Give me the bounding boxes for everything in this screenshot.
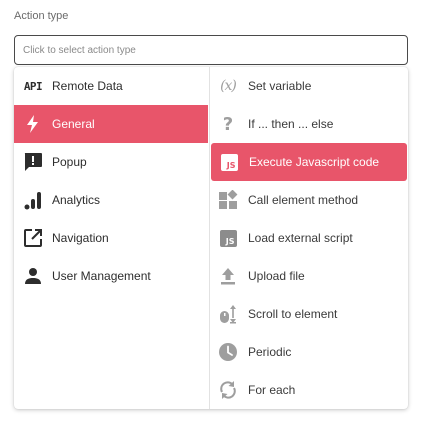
action-label: Scroll to element	[248, 307, 338, 321]
category-item-analytics[interactable]: Analytics	[14, 181, 209, 219]
category-list: API Remote Data General Popup Analytics	[14, 67, 210, 409]
widgets-icon	[218, 190, 238, 210]
action-label: Periodic	[248, 345, 292, 359]
open-in-new-icon	[23, 228, 43, 248]
action-item-periodic[interactable]: Periodic	[210, 333, 408, 371]
action-item-if-then-else[interactable]: ? If ... then ... else	[210, 105, 408, 143]
action-item-upload-file[interactable]: Upload file	[210, 257, 408, 295]
action-label: For each	[248, 383, 296, 397]
action-label: Execute Javascript code	[249, 155, 380, 169]
action-label: Call element method	[248, 193, 359, 207]
category-label: Analytics	[52, 193, 101, 207]
api-icon: API	[23, 79, 43, 93]
javascript-icon: JS	[219, 152, 239, 172]
category-label: Remote Data	[52, 79, 123, 93]
action-item-for-each[interactable]: For each	[210, 371, 408, 409]
category-label: General	[52, 117, 95, 131]
category-label: Navigation	[52, 231, 109, 245]
loop-icon	[218, 380, 238, 400]
action-type-placeholder: Click to select action type	[23, 44, 136, 56]
action-type-label: Action type	[14, 10, 69, 22]
question-mark-icon: ?	[222, 113, 234, 135]
action-type-dropdown: API Remote Data General Popup Analytics	[14, 67, 408, 409]
category-item-remote-data[interactable]: API Remote Data	[14, 67, 209, 105]
action-item-call-element-method[interactable]: Call element method	[210, 181, 408, 219]
action-label: Load external script	[248, 231, 353, 245]
action-list: (x) Set variable ? If ... then ... else …	[210, 67, 408, 409]
bar-chart-icon	[23, 190, 43, 210]
category-item-general[interactable]: General	[14, 105, 208, 143]
action-item-execute-javascript[interactable]: JS Execute Javascript code	[211, 143, 407, 181]
action-label: Set variable	[248, 79, 312, 93]
scroll-mouse-icon	[218, 304, 238, 324]
javascript-file-icon: JS	[218, 228, 238, 248]
category-label: User Management	[52, 269, 151, 283]
category-item-navigation[interactable]: Navigation	[14, 219, 209, 257]
lightning-bolt-icon	[23, 114, 43, 134]
category-item-popup[interactable]: Popup	[14, 143, 209, 181]
popup-alert-icon	[23, 152, 43, 172]
action-item-scroll-to-element[interactable]: Scroll to element	[210, 295, 408, 333]
category-item-user-management[interactable]: User Management	[14, 257, 209, 295]
function-variable-icon: (x)	[220, 78, 237, 94]
person-icon	[23, 266, 43, 286]
upload-icon	[218, 266, 238, 286]
clock-icon	[218, 342, 238, 362]
action-item-load-external-script[interactable]: JS Load external script	[210, 219, 408, 257]
action-label: If ... then ... else	[248, 117, 334, 131]
action-label: Upload file	[248, 269, 305, 283]
action-type-select[interactable]: Click to select action type	[14, 35, 408, 65]
action-item-set-variable[interactable]: (x) Set variable	[210, 67, 408, 105]
category-label: Popup	[52, 155, 87, 169]
